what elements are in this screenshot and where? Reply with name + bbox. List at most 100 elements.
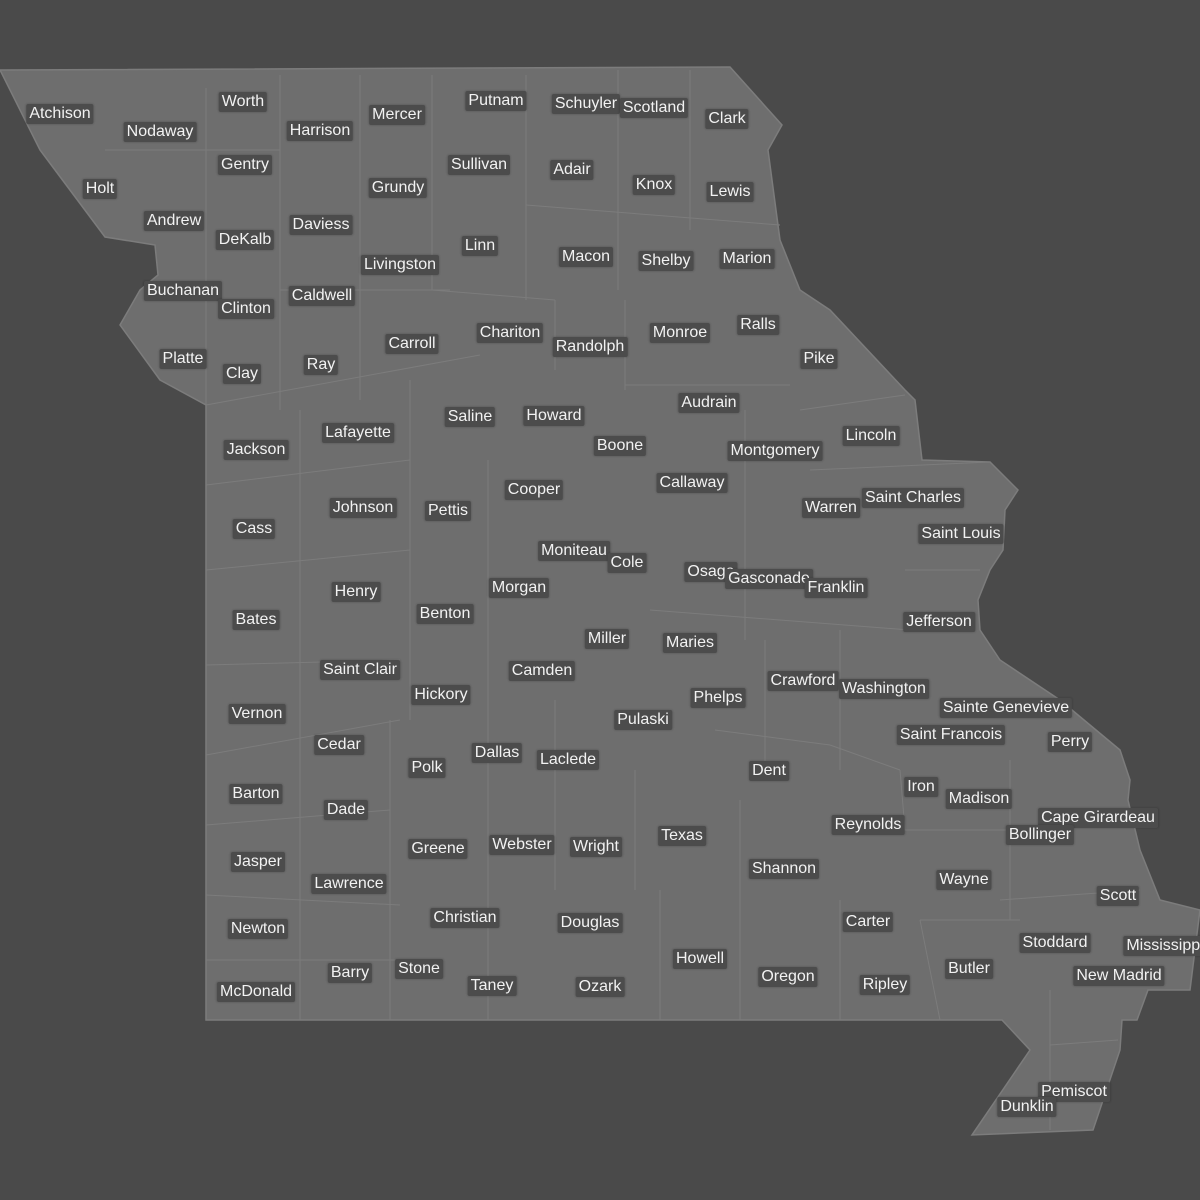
county-label: Benton [416,604,474,624]
county-label: Bollinger [1005,825,1075,845]
county-label: Webster [489,835,555,855]
county-label: Taney [467,976,517,996]
county-label: Mississippi [1123,936,1200,956]
county-label: Dunklin [997,1097,1057,1117]
county-label: Atchison [26,104,94,124]
county-label: Montgomery [727,441,823,461]
county-label: Wright [570,837,622,857]
county-label: Audrain [678,393,740,413]
county-label: Saint Clair [320,660,400,680]
county-label: Knox [632,175,676,195]
county-label: Jasper [230,852,286,872]
county-label: Washington [839,679,929,699]
county-label: Phelps [690,688,746,708]
county-label: Randolph [552,337,628,357]
county-label: Oregon [758,967,818,987]
county-label: Howard [523,406,585,426]
county-label: Platte [159,349,207,369]
county-label: Perry [1047,732,1093,752]
county-label: Ray [303,355,339,375]
county-label: Lafayette [322,423,394,443]
county-label: Daviess [289,215,353,235]
county-label: Crawford [767,671,839,691]
county-label: Monroe [649,323,711,343]
county-label: Linn [461,236,499,256]
county-label: DeKalb [215,230,275,250]
county-label: Caldwell [288,286,356,306]
county-label: Shelby [638,251,694,271]
county-label: Hickory [411,685,471,705]
county-label: Lawrence [311,874,387,894]
county-label: Barry [327,963,373,983]
county-label: Macon [558,247,614,267]
county-label: Saint Francois [896,725,1006,745]
county-label: McDonald [216,982,296,1002]
county-label: Buchanan [143,281,223,301]
county-label: Saint Charles [861,488,965,508]
county-label: Harrison [286,121,354,141]
missouri-map [0,66,1200,1136]
county-label: Camden [508,661,576,681]
county-label: Newton [227,919,289,939]
county-label: Cass [232,519,276,539]
county-label: Pettis [424,501,472,521]
county-label: Ozark [575,977,625,997]
county-label: Bates [232,610,280,630]
county-label: Iron [904,777,938,797]
county-label: Warren [802,498,860,518]
county-label: Lincoln [842,426,900,446]
county-label: Dent [749,761,789,781]
county-label: Cole [607,553,647,573]
county-label: Shannon [748,859,820,879]
county-label: Clark [705,109,749,129]
county-label: Mercer [369,105,425,125]
county-label: Sullivan [447,155,511,175]
county-label: Christian [430,908,500,928]
county-label: Carroll [385,334,439,354]
county-label: Marion [719,249,775,269]
county-label: Dade [323,800,369,820]
county-label: Schuyler [551,94,621,114]
county-label: Greene [408,839,468,859]
county-label: New Madrid [1073,966,1165,986]
county-label: Sainte Genevieve [939,698,1073,718]
county-label: Carter [842,912,894,932]
county-label: Jefferson [903,612,975,632]
county-label: Wayne [936,870,992,890]
county-label: Nodaway [123,122,197,142]
county-label: Andrew [143,211,205,231]
county-label: Grundy [368,178,428,198]
county-label: Chariton [476,323,544,343]
county-label: Franklin [804,578,868,598]
county-label: Butler [945,959,993,979]
county-label: Putnam [465,91,527,111]
county-label: Saint Louis [918,524,1004,544]
county-label: Pulaski [614,710,672,730]
county-label: Gasconade [725,569,813,589]
county-label: Scott [1096,886,1140,906]
county-label: Morgan [488,578,550,598]
county-label: Saline [444,407,496,427]
county-label: Texas [658,826,706,846]
county-label: Polk [408,758,446,778]
county-label: Lewis [706,182,754,202]
county-label: Barton [229,784,283,804]
county-label: Maries [662,633,718,653]
county-label: Vernon [228,704,286,724]
county-label: Henry [331,582,381,602]
county-label: Douglas [557,913,623,933]
county-label: Dallas [471,743,523,763]
county-label: Stoddard [1019,933,1091,953]
county-label: Scotland [619,98,689,118]
county-label: Boone [593,436,647,456]
county-label: Johnson [329,498,397,518]
county-label: Adair [550,160,594,180]
county-label: Holt [82,179,118,199]
county-label: Jackson [223,440,289,460]
county-label: Laclede [536,750,600,770]
county-label: Madison [945,789,1013,809]
county-label: Reynolds [831,815,905,835]
county-label: Clay [222,364,262,384]
county-label: Howell [672,949,728,969]
county-label: Ralls [737,315,779,335]
